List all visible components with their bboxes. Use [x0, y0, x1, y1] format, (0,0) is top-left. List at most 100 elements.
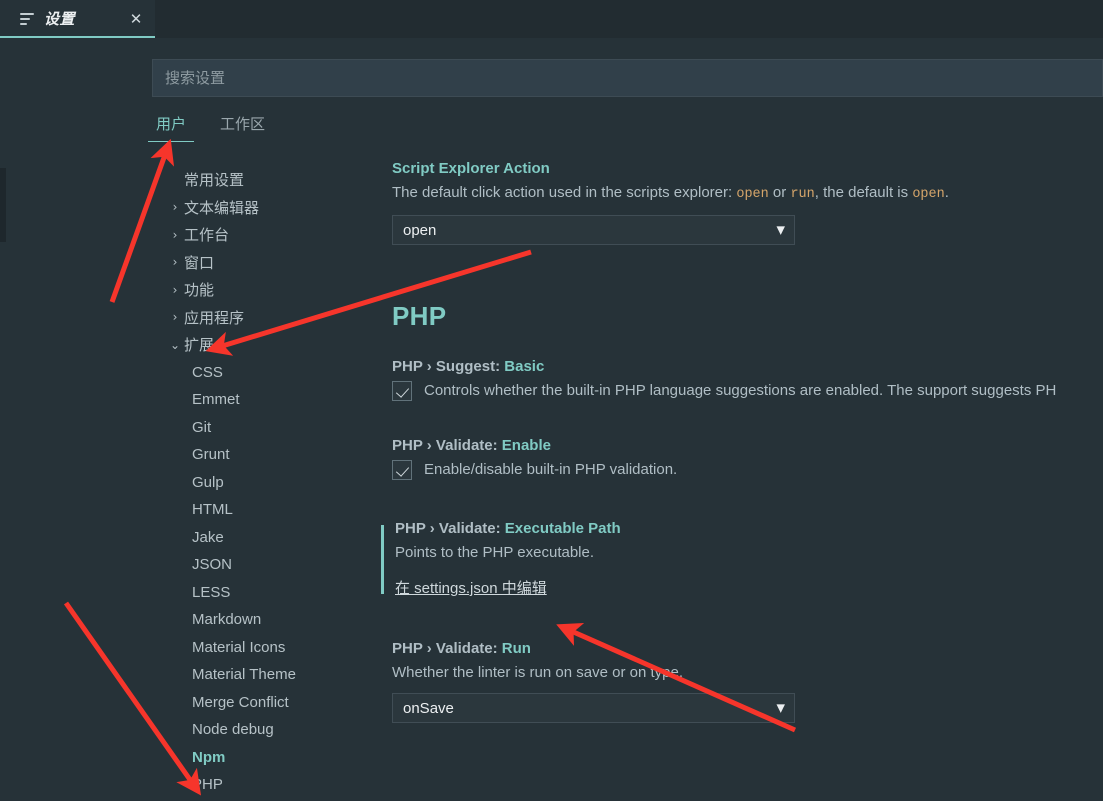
setting-title-key: Run [501, 640, 531, 657]
chevron-down-icon: ▼ [776, 701, 785, 715]
tree-item-css[interactable]: CSS [152, 359, 377, 387]
script-explorer-action-dropdown[interactable]: open ▼ [392, 215, 795, 245]
left-scrollbar-thumb[interactable] [0, 168, 6, 242]
setting-php-validate-run: PHP › Validate: Run Whether the linter i… [392, 640, 1103, 723]
tree-item-markdown[interactable]: Markdown [152, 606, 377, 634]
setting-title-prefix: PHP [392, 437, 423, 454]
tree-item-label: 常用设置 [184, 172, 245, 190]
tree-item-label: Material Icons [192, 638, 286, 656]
desc-code-open-1: open [736, 187, 769, 202]
tree-item-window[interactable]: › 窗口 [152, 249, 377, 277]
chevron-right-icon[interactable]: › [166, 311, 184, 323]
tree-item-merge-conflict[interactable]: Merge Conflict [152, 689, 377, 717]
setting-title: PHP › Validate: Run [392, 640, 1103, 657]
chevron-right-icon[interactable]: › [166, 256, 184, 268]
desc-part-3: , the default is [814, 184, 913, 201]
chevron-right-icon[interactable]: › [166, 284, 184, 296]
dropdown-value: onSave [403, 699, 454, 717]
setting-title-text: Script Explorer Action [392, 160, 550, 177]
tree-item-text-editor[interactable]: › 文本编辑器 [152, 194, 377, 222]
setting-checkbox-row: Controls whether the built-in PHP langua… [392, 381, 1103, 401]
tree-item-common-settings[interactable]: 常用设置 [152, 166, 377, 194]
setting-title-middle: Validate: [435, 640, 498, 657]
tree-item-label: 工作台 [184, 227, 230, 245]
tree-item-gulp[interactable]: Gulp [152, 469, 377, 497]
tree-item-html[interactable]: HTML [152, 496, 377, 524]
checkbox-checked-icon[interactable] [392, 381, 412, 401]
setting-php-suggest-basic: PHP › Suggest: Basic Controls whether th… [392, 358, 1103, 401]
tab-workspace-label: 工作区 [220, 116, 266, 133]
tree-item-features[interactable]: › 功能 [152, 276, 377, 304]
tab-settings[interactable]: 设置 ✕ [0, 0, 155, 38]
tree-item-material-theme[interactable]: Material Theme [152, 661, 377, 689]
tree-item-label: Npm [192, 748, 226, 766]
tab-user[interactable]: 用户 [147, 113, 195, 142]
desc-part-4: . [944, 184, 949, 201]
setting-title-key: Enable [501, 437, 551, 454]
chevron-right-icon[interactable]: › [166, 229, 184, 241]
setting-description: Whether the linter is run on save or on … [392, 664, 683, 681]
dropdown-value: open [403, 221, 437, 239]
tree-item-emmet[interactable]: Emmet [152, 386, 377, 414]
breadcrumb-separator-icon: › [426, 640, 432, 657]
tree-item-workbench[interactable]: › 工作台 [152, 221, 377, 249]
tree-item-label: Gulp [192, 473, 224, 491]
setting-description: The default click action used in the scr… [392, 183, 1103, 205]
group-title-php: PHP [392, 301, 447, 331]
tree-item-label: Markdown [192, 611, 262, 629]
search-input[interactable] [153, 60, 1102, 96]
setting-title: PHP › Validate: Executable Path [395, 520, 1103, 537]
setting-title-prefix: PHP [392, 358, 423, 375]
chevron-down-icon: ▼ [776, 223, 785, 237]
tree-item-jake[interactable]: Jake [152, 524, 377, 552]
tree-item-extensions[interactable]: ⌄ 扩展 [152, 331, 377, 359]
editor-tab-bar: 设置 ✕ [0, 0, 1103, 38]
tree-item-grunt[interactable]: Grunt [152, 441, 377, 469]
tree-item-label: HTML [192, 501, 233, 519]
setting-description: Enable/disable built-in PHP validation. [424, 461, 678, 478]
tree-item-label: CSS [192, 363, 223, 381]
chevron-down-icon[interactable]: ⌄ [166, 339, 184, 351]
php-validate-run-dropdown[interactable]: onSave ▼ [392, 693, 795, 723]
settings-content: Script Explorer Action The default click… [381, 160, 1103, 723]
tree-item-label: LESS [192, 583, 231, 601]
settings-window: 设置 ✕ 用户 工作区 常用设置 › 文本编辑器 › 工作台 › [0, 0, 1103, 801]
setting-description: Controls whether the built-in PHP langua… [424, 382, 1057, 399]
setting-title: Script Explorer Action [392, 160, 1103, 177]
close-icon[interactable]: ✕ [127, 10, 145, 28]
scope-tabs: 用户 工作区 [147, 113, 295, 149]
setting-title-prefix: PHP [395, 520, 426, 537]
tree-item-label: Jake [192, 528, 224, 546]
setting-php-validate-executable-path: PHP › Validate: Executable Path Points t… [381, 520, 1103, 598]
desc-part-1: The default click action used in the scr… [392, 184, 737, 201]
tab-user-label: 用户 [156, 116, 187, 133]
search-settings-box[interactable] [152, 59, 1103, 97]
tree-item-application[interactable]: › 应用程序 [152, 304, 377, 332]
setting-php-validate-enable: PHP › Validate: Enable Enable/disable bu… [392, 437, 1103, 480]
checkbox-checked-icon[interactable] [392, 460, 412, 480]
tree-item-material-icons[interactable]: Material Icons [152, 634, 377, 662]
chevron-right-icon[interactable]: › [166, 201, 184, 213]
tree-item-npm[interactable]: Npm [152, 744, 377, 772]
tree-item-label: Git [192, 418, 212, 436]
settings-list-icon [20, 10, 36, 26]
tree-item-label: Merge Conflict [192, 693, 289, 711]
setting-title: PHP › Validate: Enable [392, 437, 1103, 454]
setting-title-key: Executable Path [504, 520, 621, 537]
tree-item-less[interactable]: LESS [152, 579, 377, 607]
tree-item-label: 文本编辑器 [184, 199, 260, 217]
tree-item-node-debug[interactable]: Node debug [152, 716, 377, 744]
tree-item-php[interactable]: PHP [152, 771, 377, 799]
desc-code-run: run [790, 187, 815, 202]
tree-item-json[interactable]: JSON [152, 551, 377, 579]
tab-title: 设置 [44, 10, 76, 28]
edit-in-settings-json-link[interactable]: 在 settings.json 中编辑 [395, 580, 547, 597]
tab-workspace[interactable]: 工作区 [216, 113, 269, 142]
setting-script-explorer-action: Script Explorer Action The default click… [392, 160, 1103, 245]
tree-item-git[interactable]: Git [152, 414, 377, 442]
setting-title-prefix: PHP [392, 640, 423, 657]
tree-item-label: 扩展 [184, 337, 215, 355]
setting-checkbox-row: Enable/disable built-in PHP validation. [392, 460, 1103, 480]
desc-part-2: or [768, 184, 791, 201]
desc-code-open-2: open [912, 187, 945, 202]
